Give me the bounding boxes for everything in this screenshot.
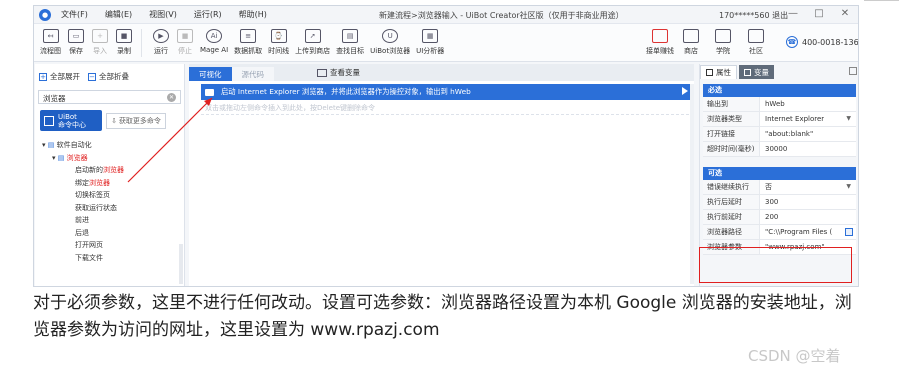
caption-text: 对于必须参数，这里不进行任何改动。设置可选参数：浏览器路径设置为本机 Googl…: [33, 293, 852, 340]
watermark: CSDN @空着: [748, 347, 841, 365]
